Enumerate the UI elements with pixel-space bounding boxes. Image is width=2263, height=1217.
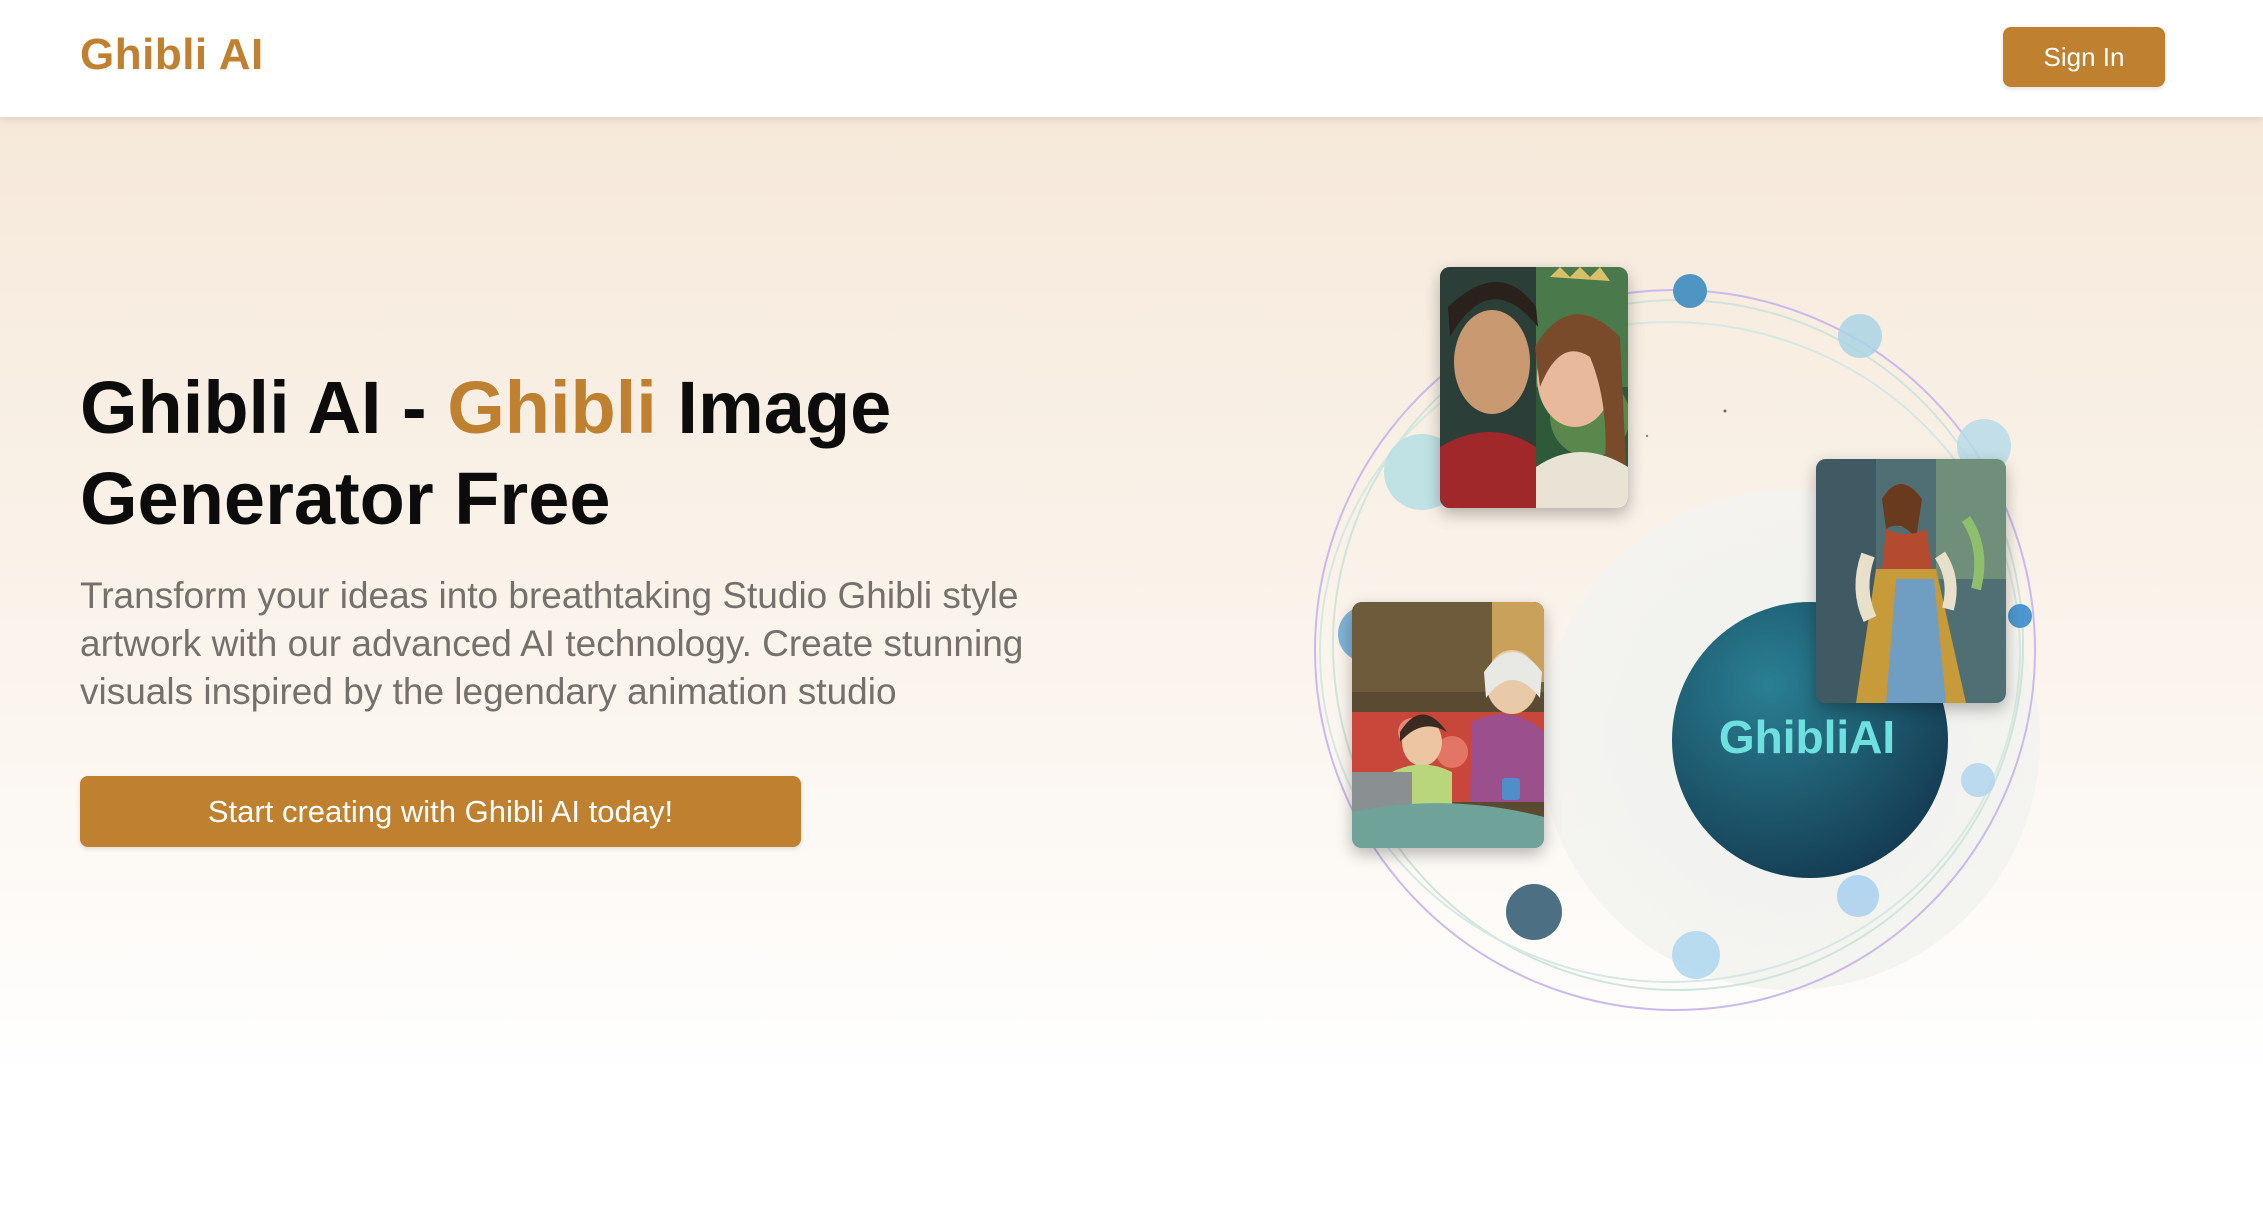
hero-title-accent: Ghibli: [447, 366, 657, 449]
ghibli-couple-image: [1440, 267, 1628, 508]
princess-illustration-icon: [1816, 459, 2006, 703]
hero-subtitle: Transform your ideas into breathtaking S…: [80, 575, 1024, 712]
ghibli-family-image: [1352, 602, 1544, 848]
ghibli-princess-image: [1816, 459, 2006, 703]
top-navigation-bar: Ghibli AI Sign In: [0, 0, 2263, 117]
start-creating-button[interactable]: Start creating with Ghibli AI today!: [80, 776, 801, 847]
hero-title-part1: Ghibli AI -: [80, 366, 448, 449]
ghibliai-center-label: GhibliAI: [1718, 711, 1896, 763]
couple-illustration-icon: [1440, 267, 1628, 508]
family-illustration-icon: [1352, 602, 1544, 848]
sign-in-button[interactable]: Sign In: [2003, 27, 2165, 87]
hero-title: Ghibli AI - Ghibli Image Generator Free: [80, 362, 1080, 544]
landing-page: Ghibli AI Sign In Ghibli AI - Ghibli Ima…: [0, 0, 2263, 1217]
hero-illustration: [1300, 240, 2100, 1040]
site-logo[interactable]: Ghibli AI: [80, 30, 264, 80]
